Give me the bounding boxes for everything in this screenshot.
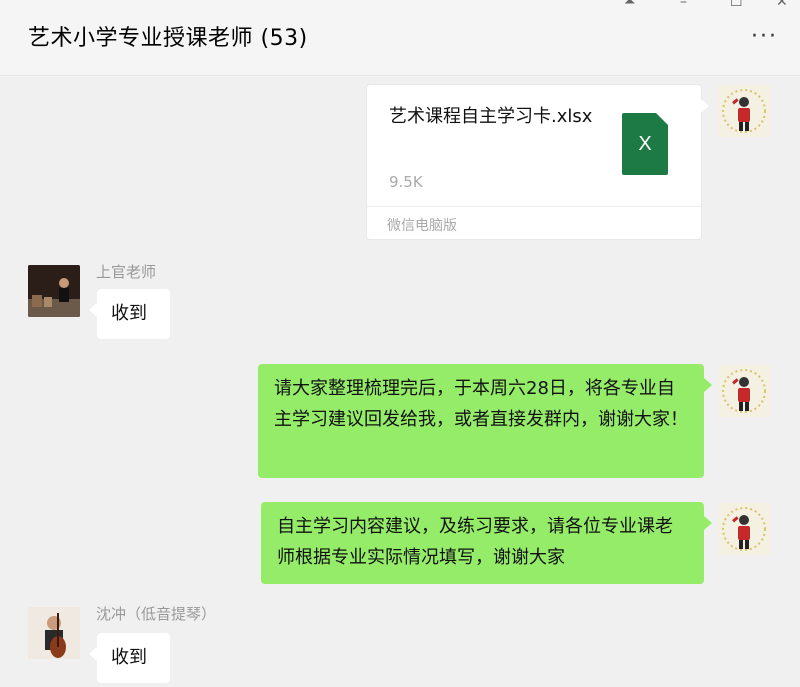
sender-name: 沈冲（低音提琴） (96, 605, 217, 623)
member-avatar[interactable] (28, 265, 80, 317)
sender-name: 上官老师 (96, 263, 157, 281)
excel-file-icon: X (622, 113, 668, 175)
minimize-icon[interactable]: – (680, 0, 687, 10)
file-source-label: 微信电脑版 (387, 218, 457, 234)
avatar-photo-icon (28, 265, 80, 317)
close-icon[interactable]: ✕ (776, 0, 788, 10)
pin-icon[interactable]: ⏶ (624, 0, 635, 10)
divider (367, 206, 701, 207)
avatar-photo-icon (28, 607, 80, 659)
avatar-figure-icon (722, 89, 766, 133)
message-text: 收到 (111, 303, 147, 324)
chat-header: ⏶ – ☐ ✕ 艺术小学专业授课老师 (53) ··· (0, 0, 800, 76)
message-list[interactable]: 艺术课程自主学习卡.xlsx 9.5K X 微信电脑版 上官老师 收到 请大家整… (0, 77, 800, 687)
file-name: 艺术课程自主学习卡.xlsx (389, 106, 593, 127)
message-bubble[interactable]: 请大家整理梳理完后，于本周六28日，将各专业自主学习建议回发给我，或者直接发群内… (258, 364, 712, 478)
avatar-figure-icon (722, 507, 766, 551)
maximize-icon[interactable]: ☐ (730, 0, 743, 10)
message-bubble[interactable]: 自主学习内容建议，及练习要求，请各位专业课老师根据专业实际情况填写，谢谢大家 (261, 502, 712, 584)
file-message-card[interactable]: 艺术课程自主学习卡.xlsx 9.5K X 微信电脑版 (366, 84, 709, 240)
member-avatar[interactable] (28, 607, 80, 659)
avatar-figure-icon (722, 369, 766, 413)
self-avatar[interactable] (718, 365, 770, 417)
message-bubble[interactable]: 收到 (89, 633, 170, 683)
more-options-icon[interactable]: ··· (751, 24, 778, 49)
chat-title: 艺术小学专业授课老师 (53) (28, 26, 308, 51)
message-bubble[interactable]: 收到 (89, 289, 170, 339)
message-text: 收到 (111, 647, 147, 668)
message-text: 自主学习内容建议，及练习要求，请各位专业课老师根据专业实际情况填写，谢谢大家 (277, 516, 673, 568)
message-text: 请大家整理梳理完后，于本周六28日，将各专业自主学习建议回发给我，或者直接发群内… (274, 378, 688, 430)
file-size: 9.5K (389, 173, 423, 191)
self-avatar[interactable] (718, 503, 770, 555)
self-avatar[interactable] (718, 85, 770, 137)
